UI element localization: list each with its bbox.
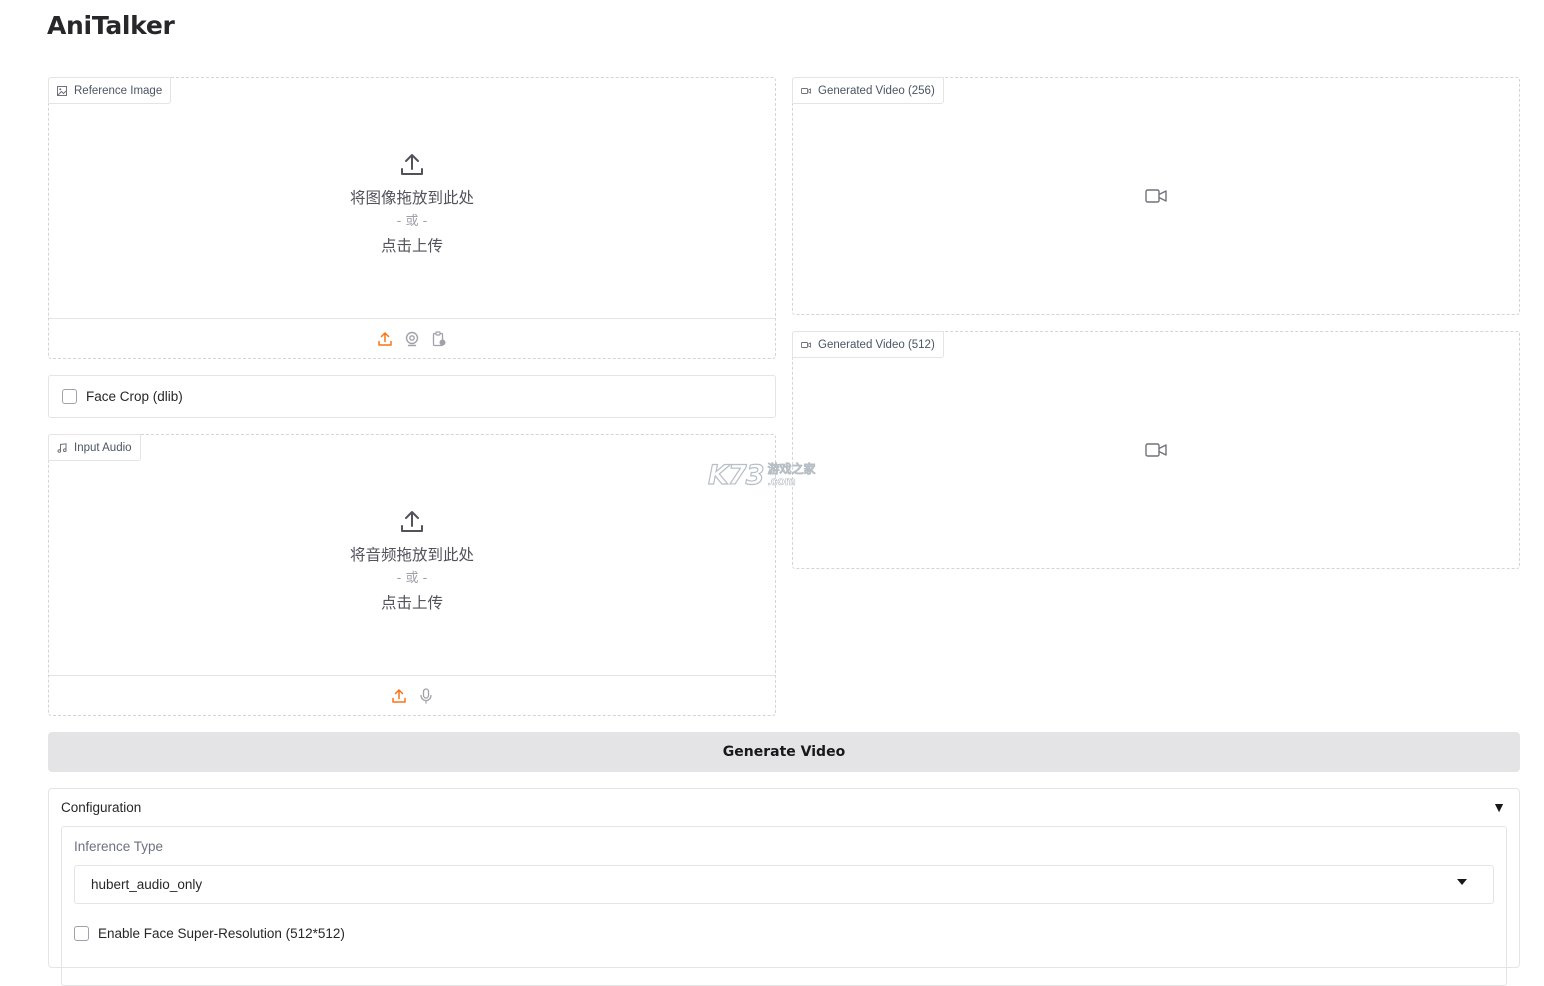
input-audio-drop-zone[interactable]: 将音频拖放到此处 - 或 - 点击上传: [49, 435, 775, 676]
face-crop-label: Face Crop (dlib): [86, 389, 183, 404]
upload-icon[interactable]: [377, 331, 393, 347]
watermark-logo: K73: [707, 459, 765, 491]
input-audio-click-text: 点击上传: [380, 593, 443, 612]
reference-image-drop-zone[interactable]: 将图像拖放到此处 - 或 - 点击上传: [49, 78, 775, 319]
face-crop-checkbox[interactable]: [62, 389, 77, 404]
watermark-com: .com: [767, 474, 796, 488]
reference-image-click-text: 点击上传: [380, 236, 443, 255]
super-resolution-label: Enable Face Super-Resolution (512*512): [98, 926, 345, 941]
configuration-title[interactable]: Configuration: [61, 800, 141, 815]
input-audio-upload[interactable]: Input Audio 将音频拖放到此处 - 或 - 点击上传: [48, 434, 776, 716]
generated-video-256-label-tab: Generated Video (256): [792, 77, 944, 104]
configuration-accordion: Configuration ▼ Inference Type hubert_au…: [48, 788, 1520, 986]
generated-video-512-label-tab: Generated Video (512): [792, 331, 944, 358]
input-audio-drop-text: 将音频拖放到此处: [349, 545, 474, 564]
super-resolution-option[interactable]: Enable Face Super-Resolution (512*512): [74, 926, 345, 941]
video-placeholder-icon: [1145, 189, 1167, 203]
reference-image-drop-text: 将图像拖放到此处: [349, 188, 474, 207]
video-placeholder-icon: [1145, 443, 1167, 457]
inference-type-value: hubert_audio_only: [91, 877, 203, 892]
collapse-caret-icon[interactable]: ▼: [1492, 799, 1506, 815]
face-crop-option[interactable]: Face Crop (dlib): [48, 375, 776, 418]
video-icon: [801, 87, 811, 94]
reference-image-source-toolbar: [49, 318, 775, 358]
generated-video-256: Generated Video (256): [792, 77, 1520, 315]
generated-video-512: Generated Video (512): [792, 331, 1520, 569]
video-icon: [801, 341, 811, 348]
upload-icon: [401, 510, 423, 532]
site-watermark: K73 游戏之家 .com: [707, 458, 838, 492]
generated-video-512-label: Generated Video (512): [818, 338, 935, 351]
inference-type-label: Inference Type: [74, 839, 164, 854]
upload-icon: [401, 153, 423, 175]
generate-video-button[interactable]: Generate Video: [48, 732, 1520, 772]
configuration-panel: Inference Type hubert_audio_only Enable …: [61, 826, 1507, 986]
reference-image-or-text: - 或 -: [396, 213, 428, 229]
super-resolution-checkbox[interactable]: [74, 926, 89, 941]
dropdown-caret-icon: [1457, 879, 1467, 885]
input-audio-source-toolbar: [49, 675, 775, 715]
app-title: AniTalker: [47, 11, 175, 40]
upload-icon[interactable]: [391, 688, 407, 704]
webcam-icon[interactable]: [404, 331, 420, 347]
inference-type-dropdown[interactable]: hubert_audio_only: [74, 865, 1494, 904]
microphone-icon[interactable]: [418, 687, 434, 704]
reference-image-upload[interactable]: Reference Image 将图像拖放到此处 - 或 - 点击上传: [48, 77, 776, 359]
input-audio-or-text: - 或 -: [396, 570, 428, 586]
clipboard-icon[interactable]: [431, 330, 447, 347]
generated-video-256-label: Generated Video (256): [818, 84, 935, 97]
